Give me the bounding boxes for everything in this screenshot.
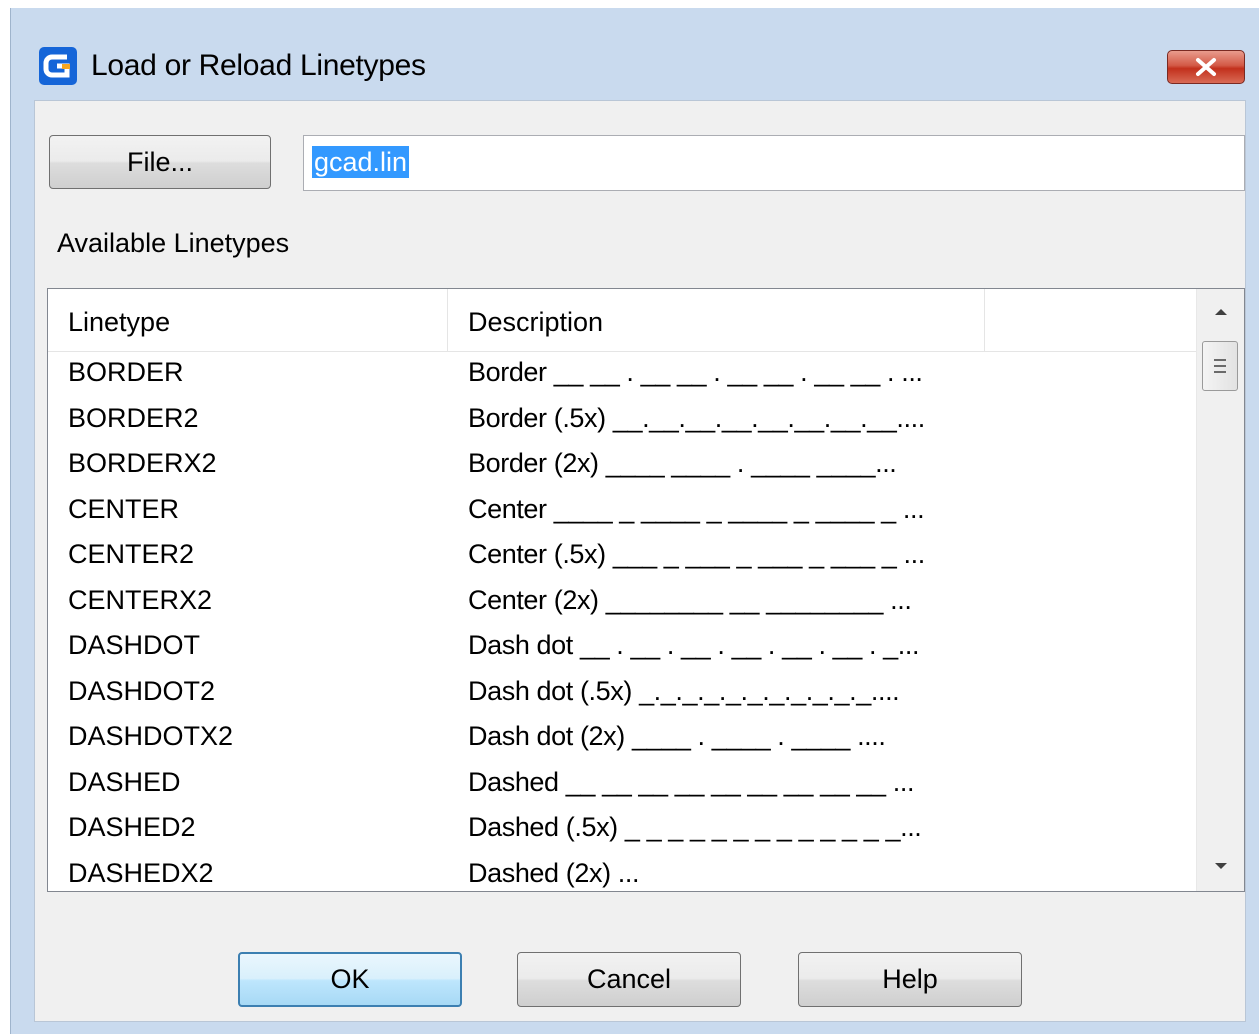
linetype-name: CENTER — [68, 493, 180, 524]
file-path-value: gcad.lin — [312, 146, 410, 178]
list-header: Linetype Description — [48, 289, 1196, 352]
linetype-name: BORDER — [68, 357, 184, 387]
window-title: Load or Reload Linetypes — [91, 49, 426, 82]
table-row[interactable]: CENTER Center ____ _ ____ _ ____ _ ____ _… — [48, 488, 1196, 534]
available-linetypes-label: Available Linetypes — [57, 228, 290, 258]
table-row[interactable]: CENTERX2 Center (2x) ________ __ ________… — [48, 579, 1196, 625]
linetype-name: BORDER2 — [68, 402, 199, 433]
scroll-down-arrow-icon — [1215, 863, 1227, 869]
linetype-description: Dashed (2x) ... — [468, 857, 640, 888]
cancel-button[interactable]: Cancel — [517, 952, 741, 1007]
linetype-description: Center (.5x) ___ _ ___ _ ___ _ ___ _ ... — [468, 539, 925, 569]
table-row[interactable]: DASHED2 Dashed (.5x) _ _ _ _ _ _ _ _ _ _ … — [48, 806, 1196, 852]
linetype-name: CENTERX2 — [68, 584, 213, 615]
linetype-name: DASHED — [68, 766, 181, 797]
linetypes-list[interactable]: Linetype Description BORDER Border __ __ … — [47, 288, 1245, 892]
table-row[interactable]: BORDERX2 Border (2x) ____ ____ . ____ ___… — [48, 442, 1196, 488]
app-logo-icon — [38, 46, 78, 86]
scroll-up-arrow-icon — [1215, 309, 1227, 315]
linetype-name: DASHDOTX2 — [68, 721, 234, 751]
column-header-empty[interactable] — [985, 289, 1196, 351]
close-icon — [1196, 58, 1216, 76]
linetype-description: Center ____ _ ____ _ ____ _ ____ _ ... — [468, 493, 925, 524]
table-row[interactable]: BORDER Border __ __ . __ __ . __ __ . __ … — [48, 351, 1196, 397]
table-row[interactable]: CENTER2 Center (.5x) ___ _ ___ _ ___ _ __… — [48, 533, 1196, 579]
linetype-description: Dashed (.5x) _ _ _ _ _ _ _ _ _ _ _ _ _..… — [468, 812, 922, 842]
table-row[interactable]: DASHDOTX2 Dash dot (2x) ____ . ____ . ___… — [48, 715, 1196, 761]
file-button[interactable]: File... — [49, 135, 271, 189]
file-path-input[interactable]: gcad.lin — [303, 135, 1245, 191]
linetype-name: DASHDOT2 — [68, 675, 216, 706]
linetype-description: Dash dot __ . __ . __ . __ . __ . __ . _… — [468, 630, 920, 660]
close-button[interactable] — [1167, 50, 1245, 84]
title-bar[interactable]: Load or Reload Linetypes — [11, 8, 1259, 96]
linetype-name: CENTER2 — [68, 539, 195, 569]
scroll-down-button[interactable] — [1197, 843, 1244, 891]
table-row[interactable]: DASHDOT Dash dot __ . __ . __ . __ . __ .… — [48, 624, 1196, 670]
dialog-window: Load or Reload Linetypes File... gcad.li… — [10, 8, 1259, 1034]
table-row[interactable]: BORDER2 Border (.5x) __.__.__.__.__.__.__… — [48, 397, 1196, 443]
linetype-description: Border (2x) ____ ____ . ____ ____... — [468, 448, 897, 478]
linetype-name: DASHEDX2 — [68, 857, 214, 888]
scroll-up-button[interactable] — [1197, 289, 1244, 337]
linetype-description: Border (.5x) __.__.__.__.__.__.__.__.... — [468, 402, 925, 433]
linetype-description: Dashed __ __ __ __ __ __ __ __ __ ... — [468, 766, 915, 797]
table-row[interactable]: DASHED Dashed __ __ __ __ __ __ __ __ __ … — [48, 761, 1196, 807]
help-button[interactable]: Help — [798, 952, 1022, 1007]
list-rows: BORDER Border __ __ . __ __ . __ __ . __ … — [48, 351, 1196, 892]
table-row[interactable]: DASHDOT2 Dash dot (.5x) _._._._._._._._._… — [48, 670, 1196, 716]
linetype-name: DASHED2 — [68, 812, 196, 842]
column-header-linetype[interactable]: Linetype — [48, 289, 448, 351]
scroll-grip-icon — [1214, 359, 1226, 373]
dialog-client-area: File... gcad.lin Available Linetypes Lin… — [34, 100, 1246, 1022]
column-header-description[interactable]: Description — [448, 289, 985, 351]
linetype-description: Dash dot (2x) ____ . ____ . ____ .... — [468, 721, 886, 751]
linetype-description: Border __ __ . __ __ . __ __ . __ __ . .… — [468, 357, 923, 387]
table-row[interactable]: DASHEDX2 Dashed (2x) ... — [48, 852, 1196, 892]
linetype-description: Center (2x) ________ __ ________ ... — [468, 584, 912, 615]
linetype-description: Dash dot (.5x) _._._._._._._._._._._.... — [468, 675, 900, 706]
scroll-thumb[interactable] — [1202, 341, 1238, 391]
linetype-name: BORDERX2 — [68, 448, 217, 478]
ok-button[interactable]: OK — [238, 952, 462, 1007]
vertical-scrollbar[interactable] — [1196, 289, 1244, 891]
linetype-name: DASHDOT — [68, 630, 201, 660]
